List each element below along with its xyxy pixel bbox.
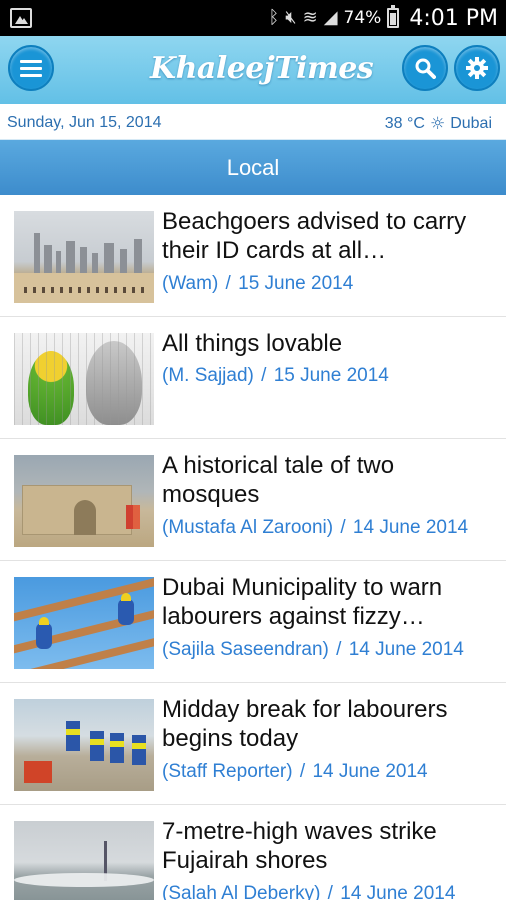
article-date: 14 June 2014	[312, 761, 428, 782]
hamburger-icon	[20, 60, 42, 77]
settings-button[interactable]	[454, 45, 500, 91]
article-thumbnail	[14, 577, 154, 669]
sun-icon: ☼	[429, 114, 446, 134]
article-title: Beachgoers advised to carry their ID car…	[162, 208, 467, 264]
article-meta: (Salah Al Deberky) / 14 June 2014	[162, 883, 455, 900]
article-title: 7-metre-high waves strike Fujairah shore…	[162, 818, 437, 874]
article-item[interactable]: Beachgoers advised to carry their ID car…	[0, 195, 506, 317]
article-source: (Staff Reporter)	[162, 761, 293, 782]
article-meta: (Wam) / 15 June 2014	[162, 273, 354, 294]
article-date: 15 June 2014	[273, 365, 389, 386]
current-date: Sunday, Jun 15, 2014	[7, 114, 162, 131]
bluetooth-icon: ᛒ	[268, 7, 280, 28]
article-thumbnail	[14, 821, 154, 900]
city: Dubai	[450, 115, 492, 132]
article-meta: (Sajila Saseendran) / 14 June 2014	[162, 639, 464, 660]
search-icon	[415, 58, 436, 79]
article-meta: (M. Sajjad) / 15 June 2014	[162, 365, 389, 386]
article-date: 15 June 2014	[238, 273, 354, 294]
article-meta: (Mustafa Al Zarooni) / 14 June 2014	[162, 517, 469, 538]
article-title: Midday break for labourers begins today	[162, 696, 448, 752]
weather-info: 38 °C ☼ Dubai	[385, 114, 492, 134]
section-title[interactable]: Local	[0, 140, 506, 195]
logo: KhaleejTimes	[150, 51, 374, 86]
article-date: 14 June 2014	[352, 517, 469, 538]
article-thumbnail	[14, 699, 154, 791]
clock: 4:01 PM	[409, 5, 498, 31]
date-weather-bar: Sunday, Jun 15, 2014 38 °C ☼ Dubai	[0, 104, 506, 140]
article-source: (Mustafa Al Zarooni)	[162, 517, 334, 538]
article-source: (Wam)	[162, 273, 219, 294]
article-item[interactable]: Midday break for labourers begins today …	[0, 683, 506, 805]
battery-percent: 74%	[343, 8, 382, 28]
article-source: (Salah Al Deberky)	[162, 883, 321, 900]
battery-icon	[387, 5, 400, 28]
article-item[interactable]: 7-metre-high waves strike Fujairah shore…	[0, 805, 506, 900]
menu-button[interactable]	[8, 45, 54, 91]
article-date: 14 June 2014	[348, 639, 464, 660]
wifi-icon: ≋	[302, 7, 318, 28]
article-item[interactable]: A historical tale of two mosques (Mustaf…	[0, 439, 506, 561]
article-date: 14 June 2014	[340, 883, 456, 900]
signal-icon: ◢	[323, 7, 338, 28]
article-item[interactable]: All things lovable (M. Sajjad) / 15 June…	[0, 317, 506, 439]
article-thumbnail	[14, 333, 154, 425]
mute-icon: 🔇︎	[285, 7, 297, 28]
gallery-icon	[10, 8, 32, 28]
temperature: 38 °C	[384, 115, 425, 132]
article-item[interactable]: Dubai Municipality to warn labourers aga…	[0, 561, 506, 683]
article-source: (Sajila Saseendran)	[162, 639, 329, 660]
app-header: KhaleejTimes	[0, 36, 506, 104]
article-list: Beachgoers advised to carry their ID car…	[0, 195, 506, 900]
article-source: (M. Sajjad)	[162, 365, 254, 386]
article-thumbnail	[14, 455, 154, 547]
article-title: All things lovable	[162, 330, 343, 357]
status-icons: ᛒ 🔇︎ ≋ ◢ 74% 4:01 PM	[268, 0, 498, 36]
gear-icon	[466, 57, 488, 79]
status-bar: ᛒ 🔇︎ ≋ ◢ 74% 4:01 PM	[0, 0, 506, 36]
article-meta: (Staff Reporter) / 14 June 2014	[162, 761, 428, 782]
article-title: Dubai Municipality to warn labourers aga…	[162, 574, 443, 630]
search-button[interactable]	[402, 45, 448, 91]
article-thumbnail	[14, 211, 154, 303]
article-title: A historical tale of two mosques	[162, 452, 395, 508]
